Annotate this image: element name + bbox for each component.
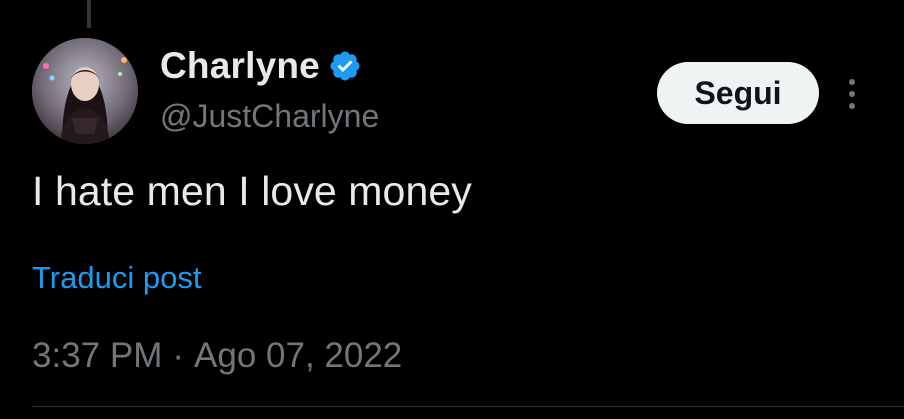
tweet-detail: Charlyne @JustCharlyne Segui I hate men … xyxy=(0,0,904,419)
more-dot xyxy=(849,103,855,109)
tweet-timestamp[interactable]: 3:37 PM · Ago 07, 2022 xyxy=(32,336,402,376)
more-dot xyxy=(849,91,855,97)
avatar[interactable] xyxy=(32,38,138,144)
tweet-date: Ago 07, 2022 xyxy=(194,336,403,375)
verified-badge-icon xyxy=(330,51,360,81)
tweet-time: 3:37 PM xyxy=(32,336,163,375)
tweet-text: I hate men I love money xyxy=(32,168,472,214)
more-options-icon[interactable] xyxy=(838,70,866,118)
timestamp-separator: · xyxy=(172,336,185,375)
author-display-name[interactable]: Charlyne xyxy=(160,45,320,87)
translate-post-link[interactable]: Traduci post xyxy=(32,260,201,296)
more-dot xyxy=(849,79,855,85)
thread-connector-line xyxy=(87,0,91,28)
divider xyxy=(32,406,904,407)
follow-button[interactable]: Segui xyxy=(657,62,819,124)
author-handle[interactable]: @JustCharlyne xyxy=(160,98,379,135)
author-name-row[interactable]: Charlyne xyxy=(160,44,362,88)
